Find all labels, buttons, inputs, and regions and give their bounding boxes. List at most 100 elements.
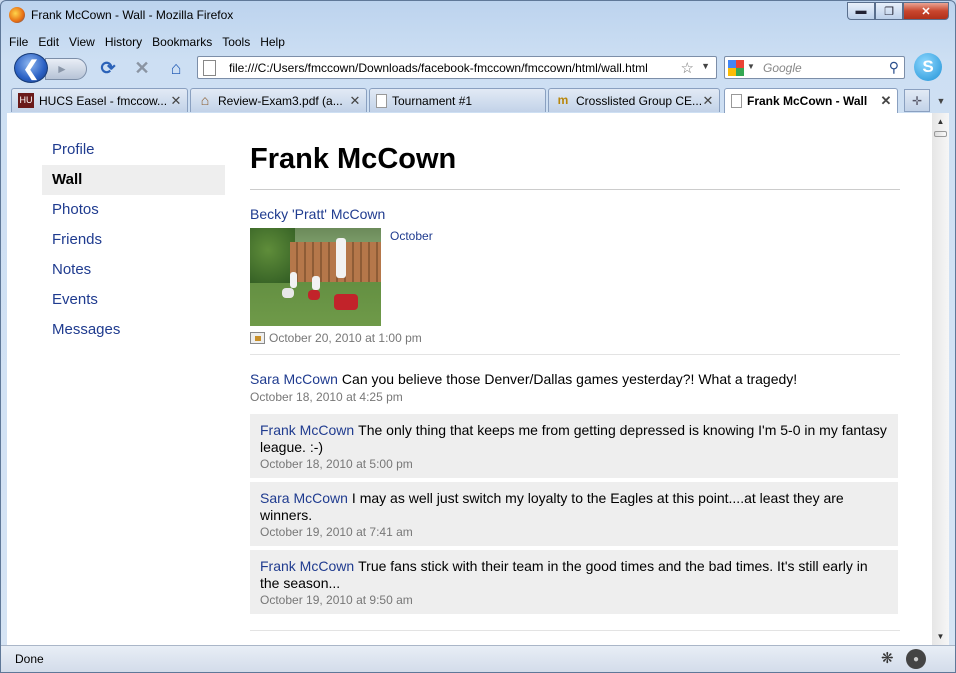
tab-label: Review-Exam3.pdf (a... (218, 93, 343, 108)
comment-author-link[interactable]: Sara McCown (260, 490, 348, 506)
house-icon: ⌂ (200, 92, 210, 108)
skype-icon[interactable]: S (914, 53, 942, 81)
plus-icon: ✛ (911, 93, 923, 108)
tab-close-icon[interactable]: ✕ (348, 93, 362, 109)
search-engine-dropdown-icon[interactable]: ▼ (747, 62, 755, 71)
wall-post: Becky 'Pratt' McCown October October 20,… (250, 190, 900, 355)
post-author-link[interactable]: Becky 'Pratt' McCown (250, 206, 385, 222)
menu-view[interactable]: View (69, 35, 95, 49)
wall-main: Frank McCown Becky 'Pratt' McCown Octobe… (250, 143, 900, 640)
post-timestamp: October 18, 2010 at 4:25 pm (250, 390, 403, 404)
stop-icon: ✕ (134, 57, 150, 78)
forward-button[interactable]: ► (45, 58, 87, 80)
sidebar-item-friends[interactable]: Friends (42, 225, 225, 255)
comment-timestamp: October 18, 2010 at 5:00 pm (260, 457, 413, 471)
sidebar-item-notes[interactable]: Notes (42, 255, 225, 285)
close-button[interactable]: ✕ (903, 2, 949, 20)
sidebar-item-photos[interactable]: Photos (42, 195, 225, 225)
title-bar: Frank McCown - Wall - Mozilla Firefox ▬ … (1, 1, 955, 31)
tab-tournament[interactable]: Tournament #1 (369, 88, 546, 112)
reload-icon: ⟳ (100, 57, 116, 78)
sidebar-item-messages[interactable]: Messages (42, 315, 225, 345)
tab-close-icon[interactable]: ✕ (879, 93, 893, 109)
menu-tools[interactable]: Tools (222, 35, 250, 49)
new-tab-button[interactable]: ✛ (904, 89, 930, 112)
scroll-down-icon[interactable]: ▼ (932, 628, 949, 645)
comment: Sara McCown I may as well just switch my … (250, 482, 898, 546)
search-icon[interactable]: ⚲ (889, 59, 899, 76)
post-time-text: October 20, 2010 at 1:00 pm (269, 331, 422, 345)
menu-bookmarks[interactable]: Bookmarks (152, 35, 212, 49)
sidebar-item-events[interactable]: Events (42, 285, 225, 315)
status-text: Done (15, 652, 44, 666)
vertical-scrollbar[interactable]: ▲ ▼ (932, 113, 949, 645)
tab-crosslisted[interactable]: m Crosslisted Group CE... ✕ (548, 88, 720, 112)
addon-icon[interactable]: ● (906, 649, 926, 669)
comment-author-link[interactable]: Frank McCown (260, 422, 354, 438)
tab-label: Crosslisted Group CE... (576, 93, 701, 108)
home-button[interactable]: ⌂ (165, 57, 187, 79)
menu-file[interactable]: File (9, 35, 28, 49)
tab-close-icon[interactable]: ✕ (169, 93, 183, 109)
sidebar-item-wall[interactable]: Wall (42, 165, 225, 195)
status-bar: Done ❋ ● (1, 645, 955, 672)
menu-bar: File Edit View History Bookmarks Tools H… (1, 32, 955, 52)
google-icon[interactable] (728, 60, 744, 76)
stop-button[interactable]: ✕ (131, 57, 153, 79)
post-body: Sara McCown Can you believe those Denver/… (250, 371, 900, 388)
url-dropdown-icon[interactable]: ▼ (701, 61, 710, 71)
scrollbar-thumb[interactable] (934, 131, 947, 137)
tab-close-icon[interactable]: ✕ (701, 93, 715, 109)
url-text[interactable]: file:///C:/Users/fmccown/Downloads/faceb… (229, 61, 648, 75)
sidebar: Profile Wall Photos Friends Notes Events… (42, 135, 225, 345)
comment: Frank McCown The only thing that keeps me… (250, 414, 898, 478)
minimize-button[interactable]: ▬ (847, 2, 875, 20)
tab-frank-mccown-wall[interactable]: Frank McCown - Wall ✕ (724, 88, 898, 113)
tab-label: HUCS Easel - fmccow... (39, 93, 168, 108)
page-icon (731, 94, 742, 108)
tab-label: Tournament #1 (392, 93, 473, 108)
sidebar-item-profile[interactable]: Profile (42, 135, 225, 165)
page-icon (203, 60, 216, 76)
search-box[interactable]: ▼ Google ⚲ (724, 56, 905, 79)
photo-attachment: October (250, 228, 900, 326)
page-title: Frank McCown (250, 143, 457, 175)
page-icon (376, 93, 387, 108)
back-icon: ❮ (22, 57, 40, 80)
comment-author-link[interactable]: Frank McCown (260, 558, 354, 574)
search-input[interactable]: Google (763, 61, 802, 75)
menu-edit[interactable]: Edit (38, 35, 59, 49)
post-photo[interactable] (250, 228, 381, 326)
bookmark-star-icon[interactable]: ☆ (681, 59, 694, 77)
post-timestamp: October 20, 2010 at 1:00 pm (250, 331, 900, 345)
easel-icon: HU (18, 93, 34, 108)
bug-icon[interactable]: ❋ (881, 649, 894, 667)
tab-bar: HU HUCS Easel - fmccow... ✕ ⌂ Review-Exa… (1, 87, 955, 113)
window-title: Frank McCown - Wall - Mozilla Firefox (31, 8, 234, 22)
url-bar[interactable]: file:///C:/Users/fmccown/Downloads/faceb… (197, 56, 717, 79)
page-content: Profile Wall Photos Friends Notes Events… (7, 113, 932, 645)
tab-list-button[interactable]: ▼ (932, 89, 950, 112)
maximize-button[interactable]: ❐ (875, 2, 903, 20)
forward-icon: ► (56, 62, 68, 76)
photo-caption-link[interactable]: October (390, 229, 433, 326)
navigation-toolbar: ► ❮ ⟳ ✕ ⌂ file:///C:/Users/fmccown/Downl… (1, 52, 955, 86)
reload-button[interactable]: ⟳ (97, 57, 119, 79)
post-author-link[interactable]: Sara McCown (250, 371, 338, 387)
comment-timestamp: October 19, 2010 at 7:41 am (260, 525, 413, 539)
back-button[interactable]: ❮ (14, 53, 48, 83)
photo-icon (250, 332, 265, 344)
tab-hucs-easel[interactable]: HU HUCS Easel - fmccow... ✕ (11, 88, 188, 112)
post-divider (250, 630, 900, 631)
tab-label: Frank McCown - Wall (747, 94, 868, 108)
browser-window: Frank McCown - Wall - Mozilla Firefox ▬ … (0, 0, 956, 673)
post-message: Can you believe those Denver/Dallas game… (341, 371, 798, 387)
wall-post: Sara McCown Can you believe those Denver/… (250, 355, 900, 640)
scroll-up-icon[interactable]: ▲ (932, 113, 949, 130)
menu-help[interactable]: Help (260, 35, 285, 49)
home-icon: ⌂ (170, 57, 182, 78)
tab-review-exam[interactable]: ⌂ Review-Exam3.pdf (a... ✕ (190, 88, 367, 112)
comment-list: Frank McCown The only thing that keeps me… (250, 414, 900, 614)
comment-timestamp: October 19, 2010 at 9:50 am (260, 593, 413, 607)
menu-history[interactable]: History (105, 35, 142, 49)
